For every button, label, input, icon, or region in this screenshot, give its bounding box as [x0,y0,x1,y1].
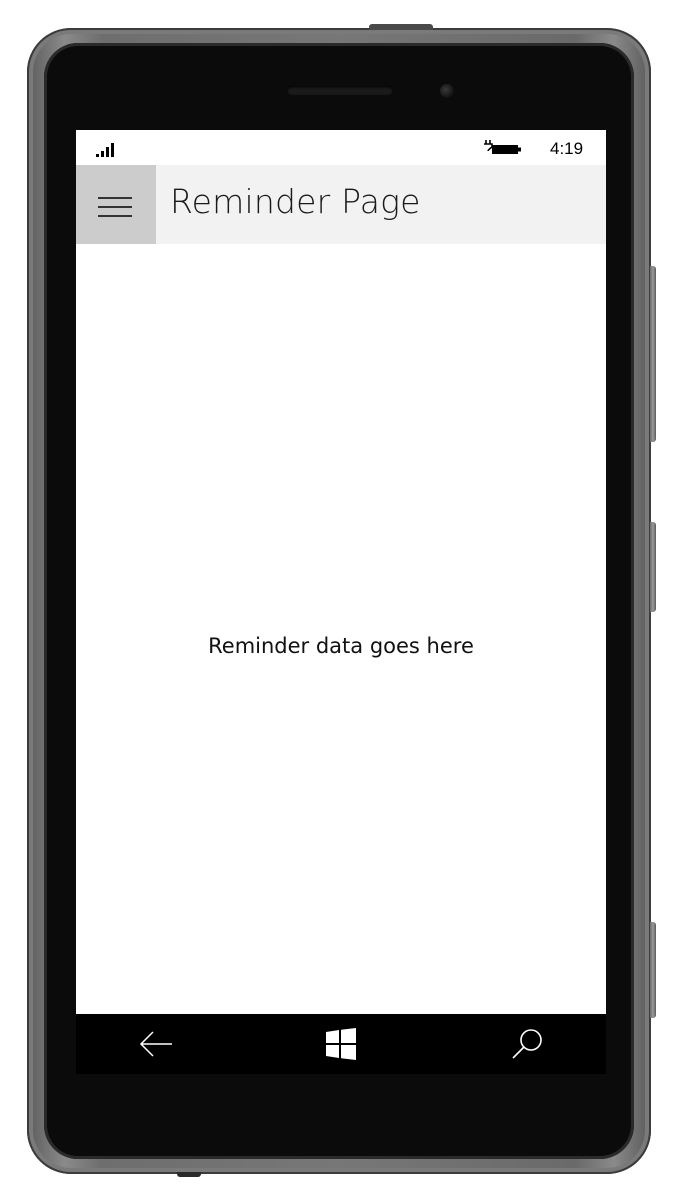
hamburger-menu-icon [98,197,132,217]
back-button[interactable] [111,1014,201,1074]
back-arrow-icon [139,1031,172,1057]
battery-charging-icon [484,140,521,154]
content-message: Reminder data goes here [208,634,474,658]
power-button [650,522,656,612]
search-button[interactable] [482,1014,572,1074]
app-header: Reminder Page [76,165,606,244]
page-title: Reminder Page [170,182,421,221]
volume-rocker [650,266,656,442]
start-button[interactable] [296,1014,386,1074]
hamburger-menu-button[interactable] [76,165,156,244]
top-button [369,24,433,30]
signal-bars-icon [96,143,114,157]
phone-screen: 4:19 Reminder Page Reminder data goes he… [76,130,606,1074]
search-icon [512,1029,542,1059]
content-area: Reminder data goes here [76,244,606,1014]
status-time: 4:19 [550,139,584,158]
earpiece-speaker [287,86,393,95]
status-bar: 4:19 [76,130,606,165]
camera-button [650,922,656,1018]
bottom-port [177,1172,201,1177]
windows-logo-icon [326,1028,356,1060]
navigation-bar [76,1014,606,1074]
front-camera [440,84,454,98]
